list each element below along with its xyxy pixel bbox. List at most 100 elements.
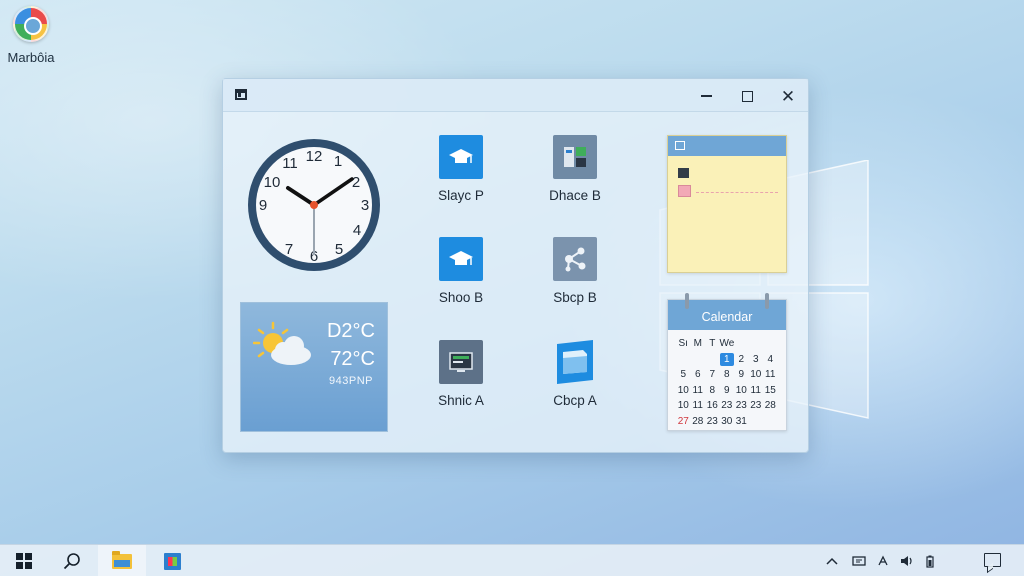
taskbar — [0, 544, 1024, 576]
calendar-day[interactable]: 9 — [734, 368, 749, 382]
calendar-ring-icon — [765, 293, 769, 309]
app-tile-shoo[interactable]: Shoo B — [411, 237, 511, 305]
calendar-day[interactable]: 23 — [705, 415, 720, 429]
calendar-day[interactable]: 3 — [749, 353, 764, 367]
calendar-day[interactable]: 10 — [734, 384, 749, 398]
clock-number: 3 — [361, 197, 369, 214]
network-icon — [553, 237, 597, 281]
store-icon — [163, 552, 181, 570]
tray-input-icon[interactable] — [877, 545, 889, 576]
app-tile-label: Shoo B — [438, 290, 484, 305]
file-explorer-icon — [112, 550, 132, 569]
app-tile-shnic[interactable]: Shnic A — [411, 340, 511, 408]
app-tile-label: Slayc P — [438, 188, 484, 203]
calendar-day[interactable] — [763, 415, 778, 429]
weekday-header — [734, 337, 749, 351]
clock-number: 12 — [306, 148, 323, 165]
tray-battery-icon[interactable] — [926, 545, 934, 576]
weather-temp-secondary: 72°C — [330, 348, 375, 370]
clock-widget[interactable]: 12 1 2 3 4 5 6 7 9 10 11 — [244, 135, 384, 275]
calendar-ring-icon — [685, 293, 689, 309]
clock-number: 7 — [285, 241, 293, 258]
note-window-icon — [675, 141, 685, 150]
calendar-day[interactable] — [749, 415, 764, 429]
calendar-day[interactable] — [676, 353, 691, 367]
clock-number: 5 — [335, 241, 343, 258]
graduation-cap-icon — [439, 135, 483, 179]
calendar-day[interactable]: 11 — [749, 384, 764, 398]
start-button[interactable] — [0, 545, 48, 576]
clock-number: 1 — [334, 153, 342, 170]
calendar-day[interactable]: 16 — [705, 399, 720, 413]
calendar-day[interactable]: 8 — [720, 368, 735, 382]
calendar-day[interactable]: 9 — [720, 384, 735, 398]
notification-center-icon[interactable] — [984, 553, 1001, 567]
calendar-day[interactable]: 30 — [720, 415, 735, 429]
calendar-day-selected[interactable]: 1 — [719, 352, 734, 366]
clock-number: 2 — [352, 174, 360, 191]
file-explorer-button[interactable] — [98, 545, 146, 576]
weather-temp-primary: D2°C — [326, 320, 375, 342]
clock-number: 4 — [353, 222, 361, 239]
calendar-day[interactable]: 11 — [691, 384, 706, 398]
clock-number: 9 — [259, 197, 267, 214]
tray-network-icon[interactable] — [852, 545, 866, 576]
monitor-icon — [439, 340, 483, 384]
title-bar[interactable]: ✕ — [223, 79, 808, 112]
calendar-widget[interactable]: Calendar Sı M T We 1 2 3 4 5 6 7 8 9 10 … — [667, 293, 787, 431]
tray-chevron-icon[interactable] — [826, 545, 838, 576]
desktop-icon-marboia[interactable]: Marbôia — [6, 6, 56, 65]
search-icon — [63, 553, 80, 570]
calendar-day[interactable]: 2 — [734, 353, 749, 367]
calendar-day[interactable]: 10 — [749, 368, 764, 382]
minimize-icon — [700, 95, 712, 97]
calendar-day[interactable]: 7 — [705, 368, 720, 382]
calendar-day[interactable]: 11 — [763, 368, 778, 382]
minimize-button[interactable] — [689, 83, 723, 109]
note-checkbox-icon[interactable] — [678, 185, 691, 197]
maximize-icon — [741, 90, 753, 102]
note-checkbox-icon[interactable] — [678, 168, 689, 178]
calendar-day[interactable]: 28 — [763, 399, 778, 413]
calendar-day[interactable]: 8 — [705, 384, 720, 398]
calendar-day[interactable]: 23 — [734, 399, 749, 413]
weather-widget[interactable]: D2°C 72°C 943PNP — [240, 302, 388, 432]
calendar-day[interactable]: 23 — [720, 399, 735, 413]
window-app-icon — [235, 89, 247, 100]
calendar-day[interactable]: 6 — [691, 368, 706, 382]
store-button[interactable] — [148, 545, 196, 576]
calendar-day[interactable]: 10 — [676, 399, 691, 413]
app-tile-slayc[interactable]: Slayc P — [411, 135, 511, 203]
calendar-day[interactable]: 28 — [691, 415, 706, 429]
maximize-button[interactable] — [730, 83, 764, 109]
app-tile-sbcp[interactable]: Sbcp B — [525, 237, 625, 305]
calendar-day[interactable]: 11 — [691, 399, 706, 413]
calendar-day[interactable]: 4 — [763, 353, 778, 367]
note-dashed-line — [696, 192, 778, 193]
close-button[interactable]: ✕ — [771, 83, 805, 109]
weekday-header: We — [719, 338, 735, 349]
calendar-day[interactable]: 23 — [749, 399, 764, 413]
graduation-cap-icon — [439, 237, 483, 281]
app-tile-label: Dhace B — [549, 188, 601, 203]
calendar-day[interactable] — [705, 353, 720, 367]
calendar-day[interactable]: 31 — [734, 415, 749, 429]
calendar-day[interactable]: 5 — [676, 368, 691, 382]
windows-start-icon — [16, 553, 32, 569]
search-button[interactable] — [48, 545, 96, 576]
app-tile-dhace[interactable]: Dhace B — [525, 135, 625, 203]
app-tile-cbcp[interactable]: Cbcp A — [525, 340, 625, 408]
weekday-header: Sı — [678, 338, 688, 349]
dashboard-icon — [553, 135, 597, 179]
calendar-day[interactable]: 15 — [763, 384, 778, 398]
partly-cloudy-icon — [253, 321, 311, 365]
sticky-note-header — [668, 136, 786, 156]
tray-volume-icon[interactable] — [900, 545, 914, 576]
calendar-day[interactable]: 10 — [676, 384, 691, 398]
calendar-day[interactable] — [691, 353, 706, 367]
calendar-day-highlight[interactable]: 27 — [676, 415, 691, 429]
widget-window: ✕ 12 1 2 3 4 5 6 7 9 10 11 D2°C 72°C 943… — [222, 78, 809, 453]
app-tile-label: Cbcp A — [553, 393, 597, 408]
sticky-note-widget[interactable] — [667, 135, 787, 273]
weekday-header — [763, 337, 778, 351]
